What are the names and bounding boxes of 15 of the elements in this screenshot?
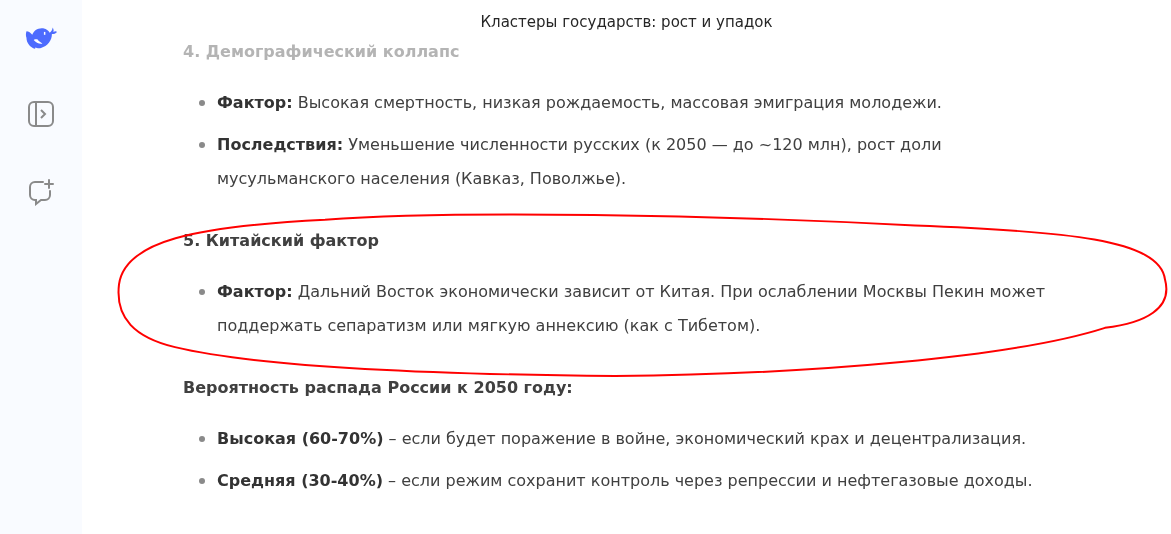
bullet-icon — [199, 478, 205, 484]
bullet-text: Фактор: Высокая смертность, низкая рождаемость, массовая эмиграция молодежи. — [217, 92, 942, 114]
new-chat-icon[interactable] — [27, 178, 55, 206]
bullet-text: Фактор: Дальний Восток экономически зависит от Китая. При ослаблении Москвы Пекин может поддержать сепаратизм или мягкую аннексию (как с Тибетом). — [217, 281, 1046, 337]
bullet-text: Средняя (30-40%) – если режим сохранит контроль через репрессии и нефтегазовые доходы. — [217, 470, 1033, 492]
bullet-icon — [199, 100, 205, 106]
section-heading: 4. Демографический коллапс — [183, 41, 461, 63]
section-heading: Вероятность распада России к 2050 году: — [183, 377, 574, 399]
bullet-icon — [199, 289, 205, 295]
chat-title: Кластеры государств: рост и упадок — [479, 11, 774, 33]
bullet-icon — [199, 142, 205, 148]
bullet-text: Высокая (60-70%) – если будет поражение в войне, экономический крах и децентрализация. — [217, 428, 1027, 450]
bullet-text: Последствия: Уменьшение численности русских (к 2050 — до ~120 млн), рост доли мусульманского населения (Кавказ, Поволжье). — [217, 134, 943, 190]
sidebar-toggle-icon[interactable] — [27, 100, 55, 128]
bullet-icon — [199, 436, 205, 442]
